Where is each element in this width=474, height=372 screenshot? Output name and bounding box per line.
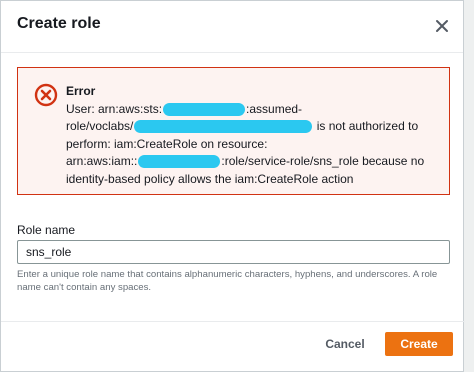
dialog-title: Create role bbox=[17, 15, 101, 32]
background-page-strip bbox=[464, 0, 474, 372]
error-line-5: identity-based policy allows the iam:Cre… bbox=[66, 171, 354, 186]
role-name-hint: Enter a unique role name that contains a… bbox=[17, 269, 438, 293]
error-line-4: arn:aws:iam:::role/service-role/sns_role… bbox=[66, 153, 438, 171]
cancel-button[interactable]: Cancel bbox=[317, 332, 373, 356]
redacted-session-name bbox=[134, 120, 313, 134]
dialog-header: Create role bbox=[1, 1, 463, 53]
error-text: arn:aws:iam:: bbox=[66, 154, 138, 168]
redacted-account-id bbox=[163, 102, 246, 116]
error-title: Error bbox=[66, 84, 96, 98]
create-button[interactable]: Create bbox=[385, 332, 453, 356]
footer-divider bbox=[1, 321, 465, 322]
error-circle-x-icon bbox=[34, 83, 58, 107]
error-line-3: perform: iam:CreateRole on resource: bbox=[66, 136, 268, 151]
error-text: :assumed- bbox=[246, 101, 303, 116]
error-text: User: arn:aws:sts: bbox=[66, 101, 163, 116]
error-text: is not authorized to bbox=[316, 119, 419, 133]
error-alert: Error User: arn:aws:sts: :assumed- role/v… bbox=[17, 67, 450, 195]
error-line-2: role/voclabs/ is not authorized to bbox=[66, 118, 438, 136]
error-text: role/voclabs/ bbox=[66, 119, 134, 133]
create-role-dialog: Create role Error User: arn:aws:sts: :ass… bbox=[0, 0, 465, 372]
role-name-label: Role name bbox=[17, 223, 76, 237]
redacted-account-id bbox=[138, 155, 221, 169]
error-line-1: User: arn:aws:sts: :assumed- bbox=[66, 101, 438, 119]
error-content: Error User: arn:aws:sts: :assumed- role/v… bbox=[66, 83, 438, 188]
error-text: :role/service-role/sns_role because no bbox=[221, 154, 425, 168]
close-icon[interactable] bbox=[433, 17, 451, 35]
role-name-input[interactable]: sns_role bbox=[17, 240, 450, 264]
